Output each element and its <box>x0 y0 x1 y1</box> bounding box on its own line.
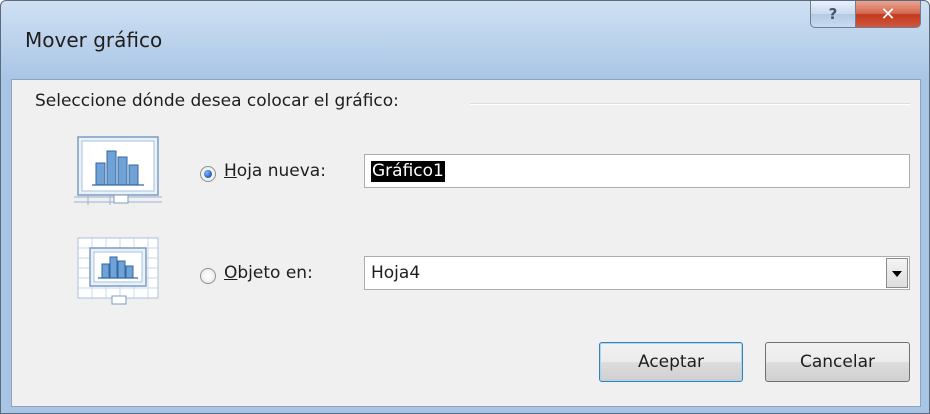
move-chart-dialog: Mover gráfico ? ✕ Seleccione dónde desea… <box>0 0 930 414</box>
accept-button[interactable]: Aceptar <box>599 342 743 382</box>
new-sheet-radio[interactable] <box>200 166 216 182</box>
new-sheet-label[interactable]: Hoja nueva: <box>224 161 326 181</box>
object-in-label-rest: bjeto en: <box>237 263 313 283</box>
cancel-button[interactable]: Cancelar <box>765 342 910 382</box>
help-button[interactable]: ? <box>810 1 856 28</box>
object-in-radio[interactable] <box>200 268 216 284</box>
embedded-chart-icon <box>77 237 159 305</box>
placement-group-label: Seleccione dónde desea colocar el gráfic… <box>35 91 399 111</box>
chart-sheet-icon <box>74 136 162 205</box>
object-in-label[interactable]: Objeto en: <box>224 263 313 283</box>
accept-button-label: Aceptar <box>638 352 704 372</box>
dialog-body: Seleccione dónde desea colocar el gráfic… <box>11 79 921 407</box>
title-bar[interactable]: Mover gráfico ? ✕ <box>1 1 929 79</box>
object-in-accel: O <box>224 263 238 283</box>
new-sheet-label-rest: oja nueva: <box>236 161 326 181</box>
cancel-button-label: Cancelar <box>800 352 875 372</box>
group-separator <box>470 103 910 105</box>
dialog-title: Mover gráfico <box>25 28 163 52</box>
object-in-select[interactable]: Hoja4 <box>364 256 910 290</box>
caption-buttons: ? ✕ <box>810 1 921 28</box>
close-button[interactable]: ✕ <box>856 1 921 28</box>
new-sheet-name-input[interactable]: Gráfico1 <box>364 154 910 188</box>
new-sheet-name-value: Gráfico1 <box>371 161 445 182</box>
close-icon: ✕ <box>880 3 896 25</box>
new-sheet-accel: H <box>224 161 237 181</box>
help-icon: ? <box>828 5 838 23</box>
dropdown-arrow-icon[interactable] <box>886 258 908 288</box>
object-in-selected-value: Hoja4 <box>371 263 421 283</box>
